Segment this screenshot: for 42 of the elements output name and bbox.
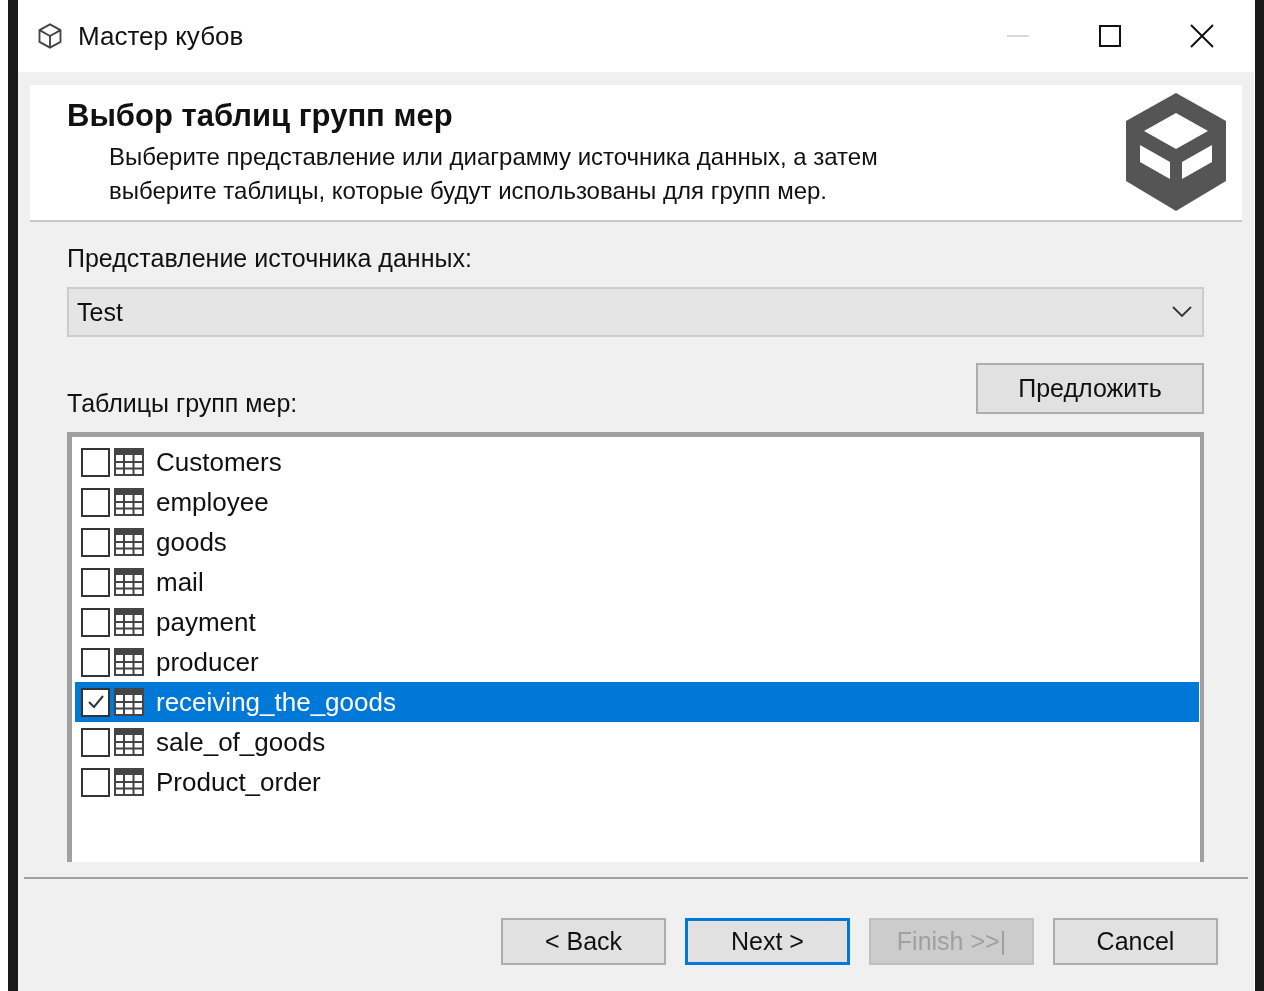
close-icon[interactable]: [1190, 24, 1214, 48]
list-label: Таблицы групп мер:: [67, 389, 298, 418]
checkbox[interactable]: [81, 447, 110, 477]
table-list-item[interactable]: Customers: [75, 442, 1199, 482]
chevron-down-icon: [1172, 306, 1192, 318]
table-icon: [114, 608, 144, 636]
maximize-icon[interactable]: [1098, 24, 1122, 48]
checkbox[interactable]: [81, 687, 110, 717]
page-description: Выберите представление или диаграмму источника данных, а затем выберите таблицы, которые будут использованы для групп мер.: [108, 141, 879, 206]
table-icon: [114, 488, 144, 516]
checkbox[interactable]: [81, 727, 110, 757]
wizard-button[interactable]: Cancel: [1053, 918, 1218, 965]
checkbox[interactable]: [81, 567, 110, 597]
page-heading: Выбор таблиц групп мер: [67, 97, 454, 134]
table-list-item[interactable]: mail: [75, 562, 1199, 602]
suggest-button[interactable]: Предложить: [976, 363, 1204, 414]
checkbox[interactable]: [81, 487, 110, 517]
table-list-item[interactable]: sale_of_goods: [75, 722, 1199, 762]
field-label: Представление источника данных:: [67, 244, 473, 273]
table-list-item[interactable]: Product_order: [75, 762, 1199, 802]
cube-icon: [1124, 92, 1228, 213]
table-icon: [114, 448, 144, 476]
checkbox[interactable]: [81, 527, 110, 557]
window-title: Мастер кубов: [78, 20, 244, 52]
table-icon: [114, 528, 144, 556]
table-icon: [114, 648, 144, 676]
table-list-item[interactable]: employee: [75, 482, 1199, 522]
table-icon: [114, 688, 144, 716]
table-list-item[interactable]: producer: [75, 642, 1199, 682]
table-icon: [114, 568, 144, 596]
table-icon: [114, 728, 144, 756]
checkbox[interactable]: [81, 647, 110, 677]
table-list-item[interactable]: goods: [75, 522, 1199, 562]
table-list-item[interactable]: receiving_the_goods: [75, 682, 1199, 722]
checkbox[interactable]: [81, 607, 110, 637]
wizard-button[interactable]: < Back: [501, 918, 666, 965]
checkbox[interactable]: [81, 767, 110, 797]
wizard-button[interactable]: Next >: [685, 918, 850, 965]
table-icon: [114, 768, 144, 796]
table-list-item[interactable]: payment: [75, 602, 1199, 642]
data-source-dropdown[interactable]: Test: [67, 287, 1204, 337]
cube-icon: [36, 22, 64, 50]
